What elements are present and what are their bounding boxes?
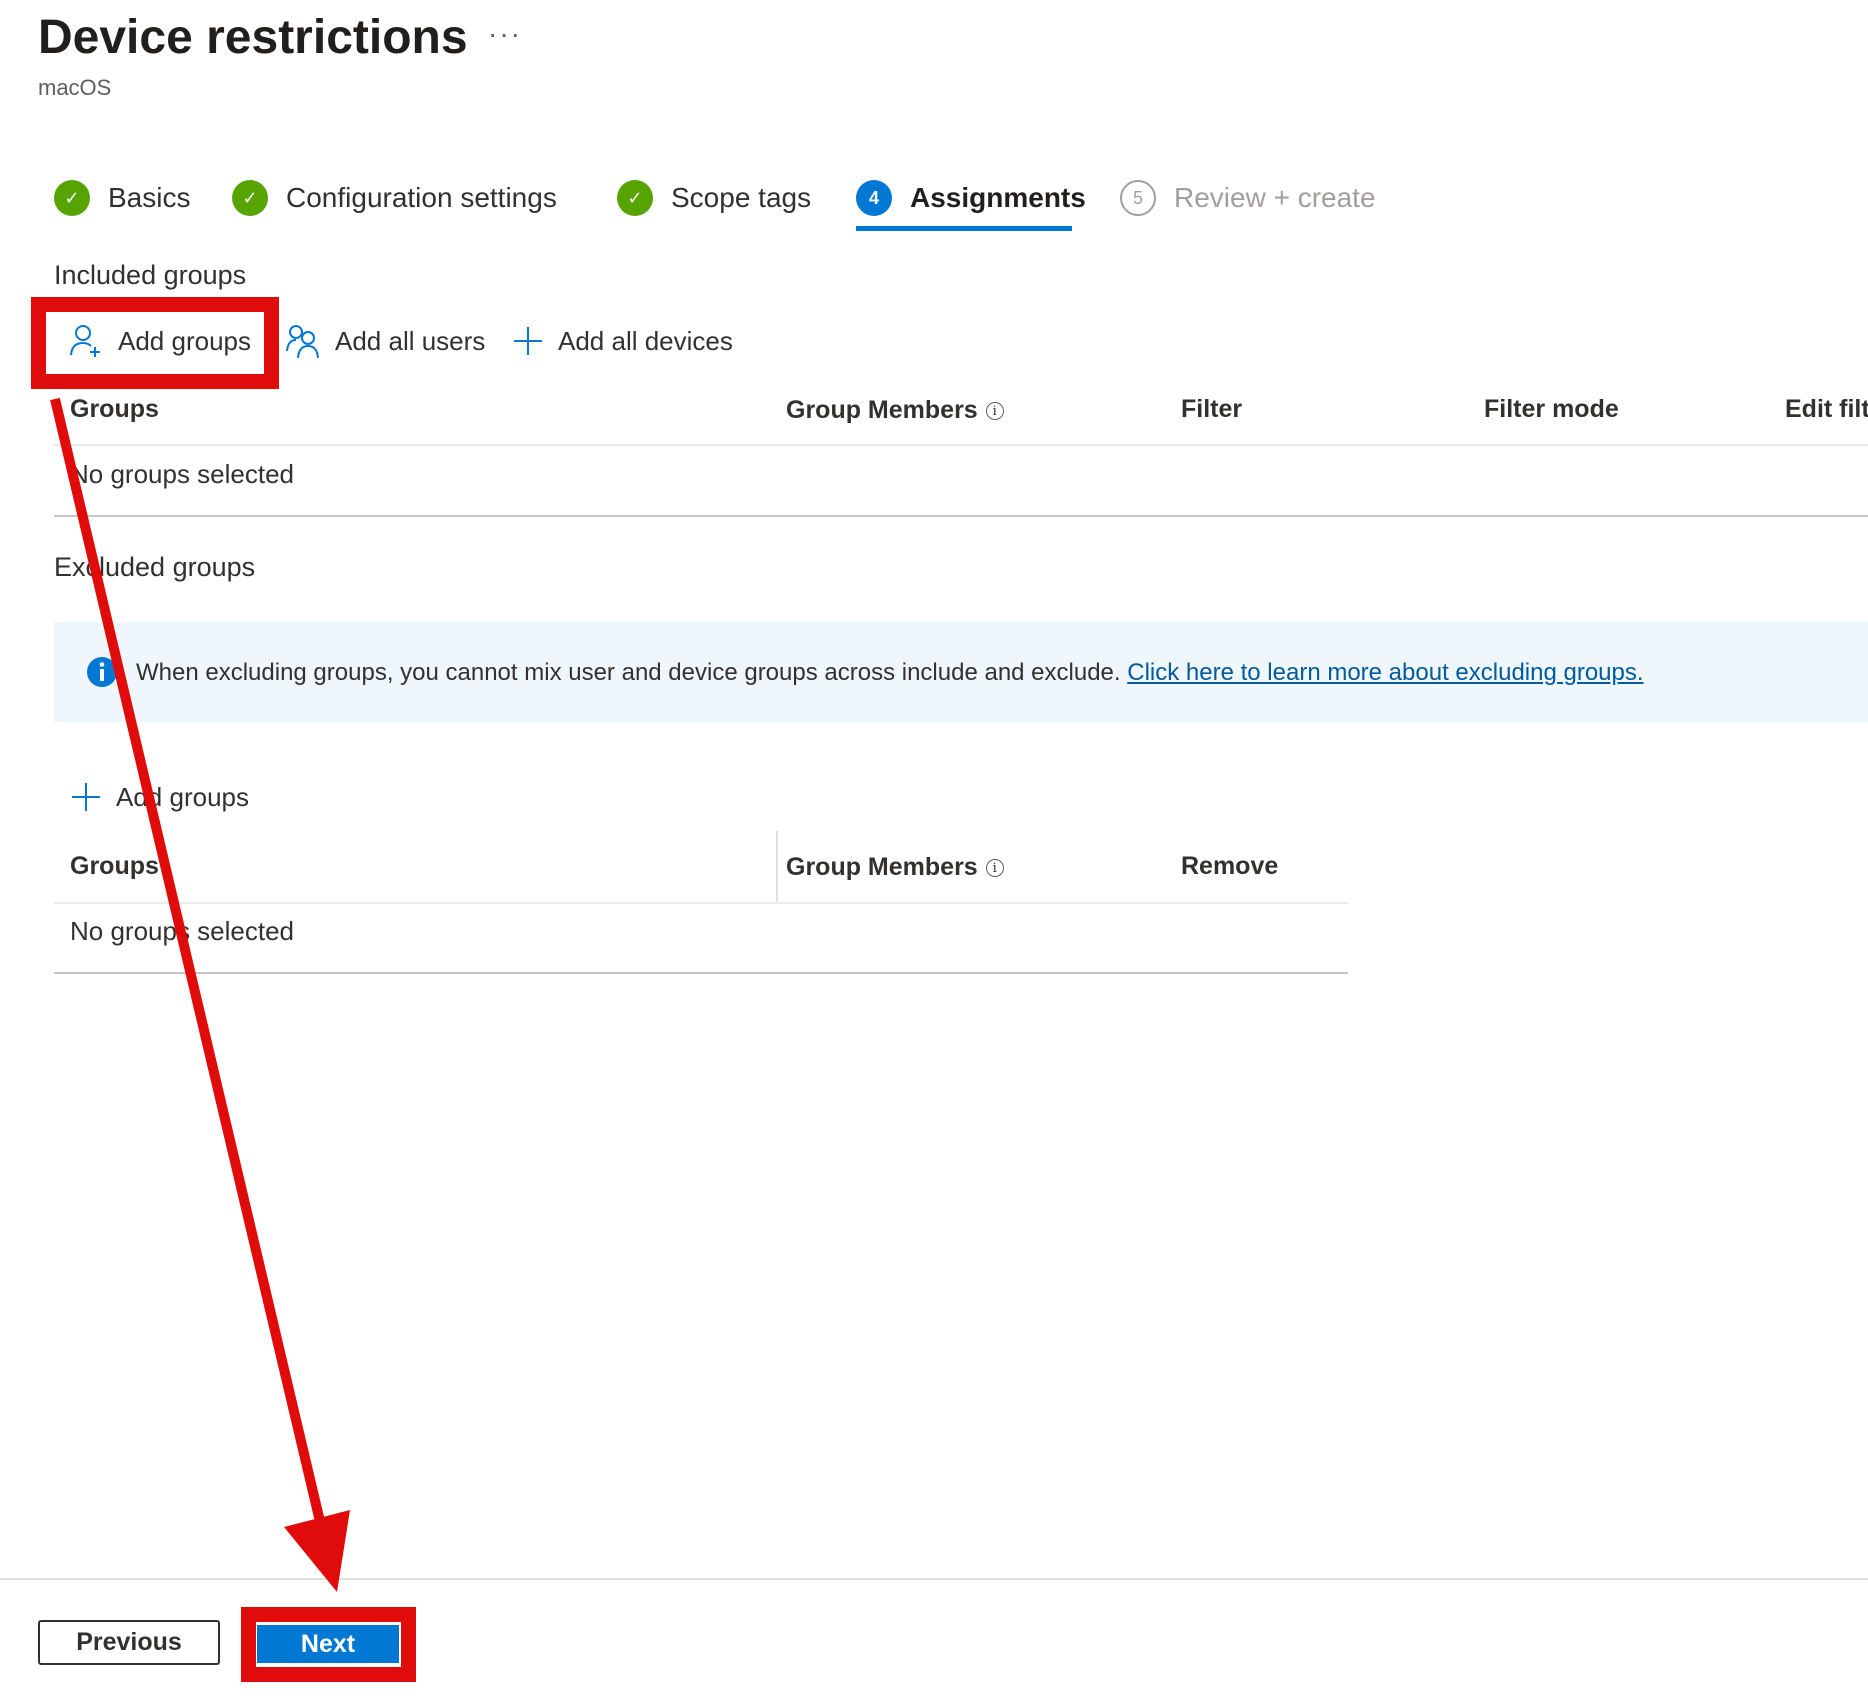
annotation-arrow <box>50 397 350 1592</box>
